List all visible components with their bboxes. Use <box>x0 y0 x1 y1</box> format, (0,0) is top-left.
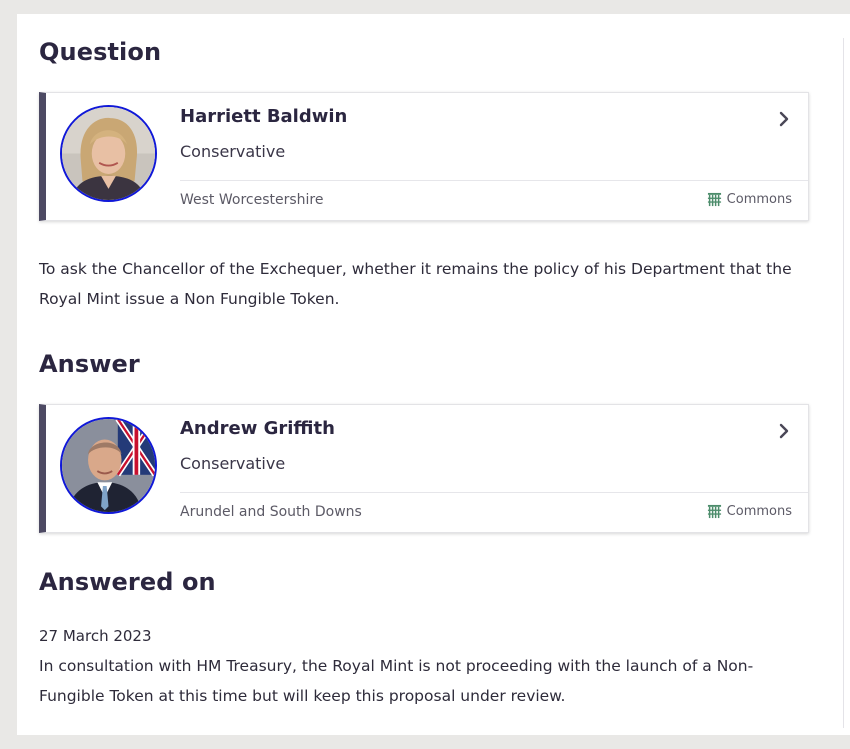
member-name[interactable]: Harriett Baldwin <box>180 106 347 127</box>
chevron-right-icon[interactable] <box>776 110 792 128</box>
written-question-page: Question Harriett Baldwin Conservative W… <box>17 14 850 735</box>
member-constituency: Arundel and South Downs <box>180 504 362 520</box>
andrew-griffith-portrait <box>62 419 155 512</box>
answering-member-card[interactable]: Andrew Griffith Conservative Arundel and… <box>39 404 809 533</box>
question-text: To ask the Chancellor of the Exchequer, … <box>39 260 792 308</box>
member-party: Conservative <box>180 142 286 161</box>
portcullis-icon <box>707 192 721 207</box>
member-party: Conservative <box>180 454 286 473</box>
card-divider <box>180 180 808 181</box>
answer-heading: Answer <box>39 350 140 378</box>
member-avatar <box>60 417 157 514</box>
house-label: Commons <box>726 504 792 519</box>
house-indicator: Commons <box>707 192 792 207</box>
member-name[interactable]: Andrew Griffith <box>180 418 335 439</box>
house-indicator: Commons <box>707 504 792 519</box>
card-divider <box>180 492 808 493</box>
answer-date: 27 March 2023 <box>39 627 152 645</box>
answer-text: In consultation with HM Treasury, the Ro… <box>39 657 754 705</box>
question-heading: Question <box>39 38 162 66</box>
scroll-divider <box>843 38 844 728</box>
asking-member-card[interactable]: Harriett Baldwin Conservative West Worce… <box>39 92 809 221</box>
answered-on-heading: Answered on <box>39 568 216 596</box>
portcullis-icon <box>707 504 721 519</box>
house-label: Commons <box>726 192 792 207</box>
member-constituency: West Worcestershire <box>180 192 324 208</box>
harriett-baldwin-portrait <box>62 107 155 200</box>
chevron-right-icon[interactable] <box>776 422 792 440</box>
member-avatar <box>60 105 157 202</box>
